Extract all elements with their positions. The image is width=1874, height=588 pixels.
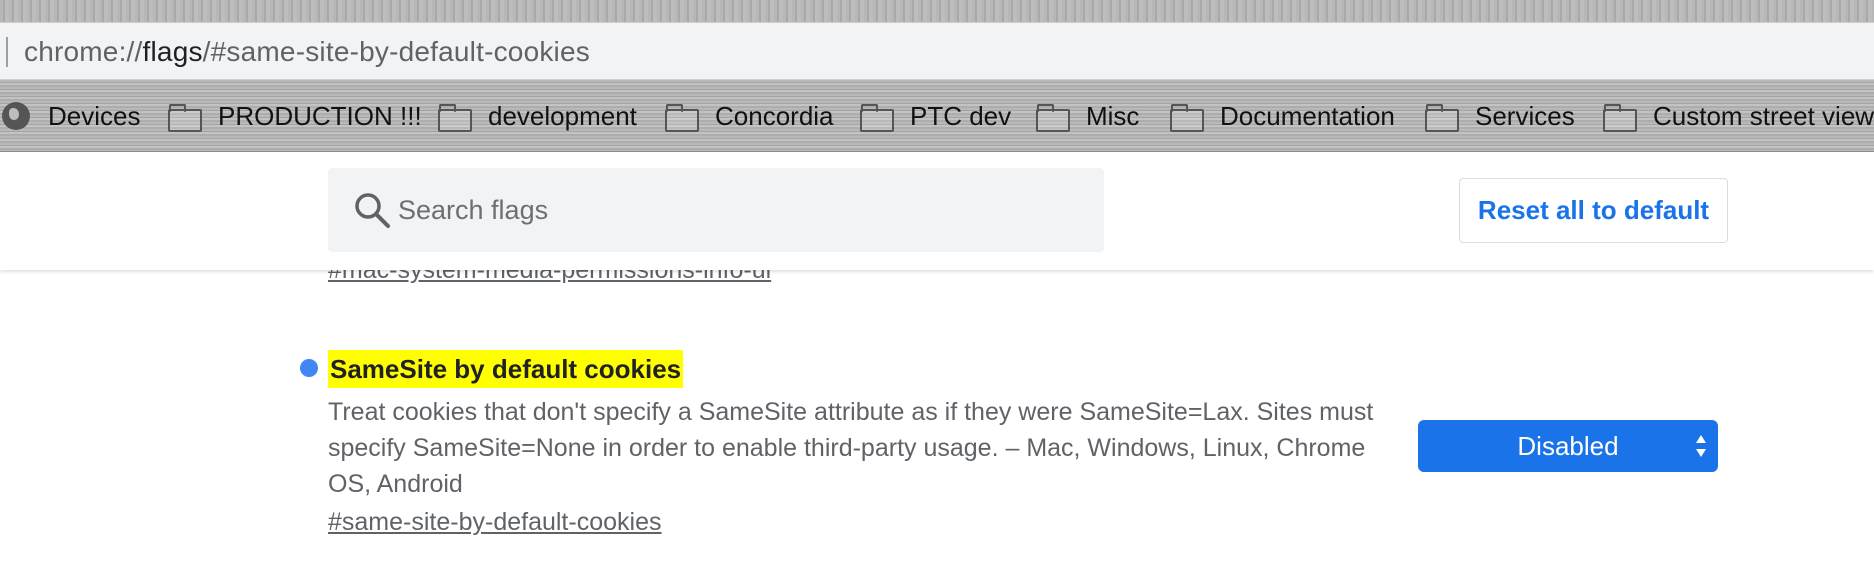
select-value: Disabled xyxy=(1517,430,1619,461)
modified-indicator-dot xyxy=(300,359,318,377)
bookmark-devices[interactable]: Devices xyxy=(2,99,140,133)
bookmarks-bar: Devices PRODUCTION !!! development Conco… xyxy=(0,80,1874,152)
bookmark-label: Custom street view xyxy=(1653,100,1874,131)
address-bar-url[interactable]: chrome://flags/#same-site-by-default-coo… xyxy=(24,33,590,71)
flag-description: Treat cookies that don't specify a SameS… xyxy=(328,398,1374,498)
folder-icon xyxy=(1425,103,1459,132)
folder-icon xyxy=(1170,103,1204,132)
address-bar-divider xyxy=(6,37,8,67)
flag-title: SameSite by default cookies xyxy=(328,350,684,388)
bookmark-documentation[interactable]: Documentation xyxy=(1170,99,1395,133)
bookmark-ptc-dev[interactable]: PTC dev xyxy=(860,99,1011,133)
search-input[interactable] xyxy=(398,168,1088,252)
flag-link[interactable]: #same-site-by-default-cookies xyxy=(328,508,661,537)
bookmark-production[interactable]: PRODUCTION !!! xyxy=(168,99,422,133)
folder-icon xyxy=(168,103,202,132)
folder-icon xyxy=(1036,103,1070,132)
bookmark-services[interactable]: Services xyxy=(1425,99,1575,133)
bookmark-custom-street-view[interactable]: Custom street view xyxy=(1603,99,1874,133)
reset-all-button[interactable]: Reset all to default xyxy=(1459,178,1728,243)
url-path: /#same-site-by-default-cookies xyxy=(202,36,590,67)
folder-icon xyxy=(1603,103,1637,132)
browser-top-strip xyxy=(0,0,1874,22)
bookmark-label: PTC dev xyxy=(910,100,1012,131)
select-arrows-icon xyxy=(1696,435,1706,457)
bookmark-label: Services xyxy=(1475,100,1575,131)
flag-state-select[interactable]: Disabled xyxy=(1418,420,1718,472)
bookmark-label: PRODUCTION !!! xyxy=(218,100,422,131)
folder-icon xyxy=(665,103,699,132)
folder-icon xyxy=(438,103,472,132)
bookmark-label: Misc xyxy=(1086,100,1140,131)
globe-icon xyxy=(2,102,30,130)
folder-icon xyxy=(860,103,894,132)
bookmark-concordia[interactable]: Concordia xyxy=(665,99,834,133)
bookmark-label: development xyxy=(488,100,637,131)
bookmark-development[interactable]: development xyxy=(438,99,637,133)
bookmark-label: Concordia xyxy=(715,100,834,131)
url-prefix: chrome:// xyxy=(24,36,143,67)
bookmark-label: Devices xyxy=(48,100,141,131)
search-icon xyxy=(355,193,390,228)
search-box[interactable] xyxy=(328,168,1104,252)
flags-header: Reset all to default xyxy=(0,152,1874,270)
bookmark-label: Documentation xyxy=(1220,100,1395,131)
url-host: flags xyxy=(142,36,203,67)
address-bar[interactable]: chrome://flags/#same-site-by-default-coo… xyxy=(0,22,1874,80)
bookmark-misc[interactable]: Misc xyxy=(1036,99,1139,133)
